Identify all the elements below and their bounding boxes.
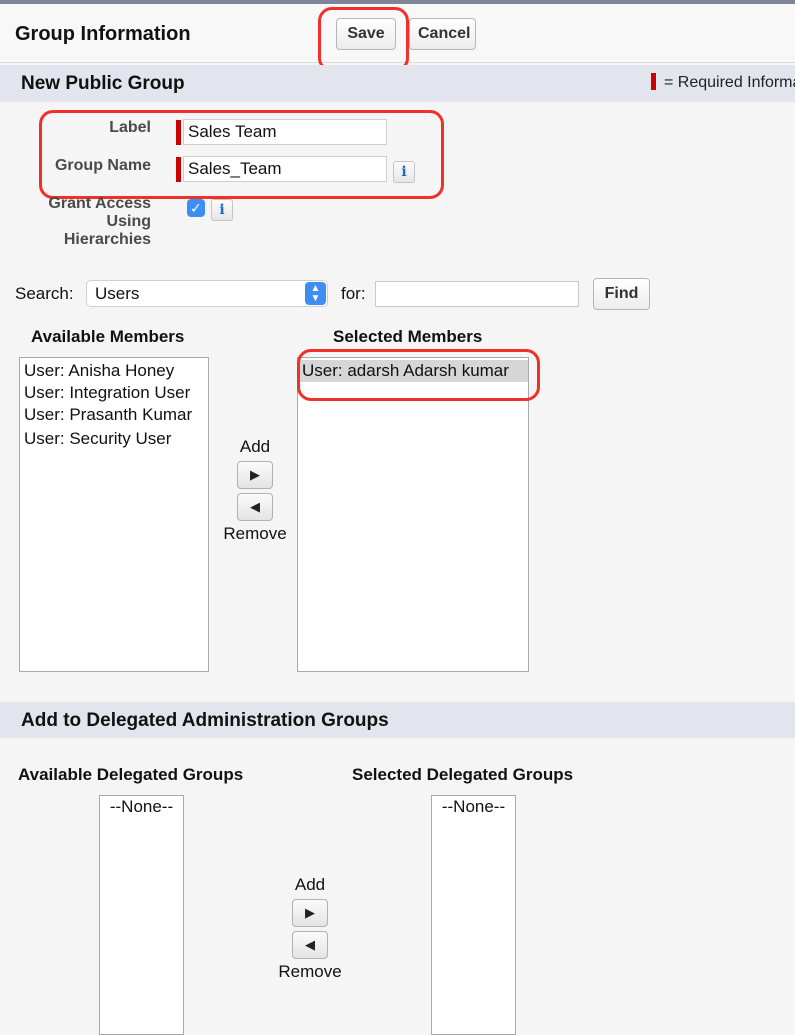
add-label: Add xyxy=(294,875,326,894)
add-button[interactable]: ▶ xyxy=(237,461,273,489)
cancel-button[interactable]: Cancel xyxy=(409,18,476,50)
group-name-field-label: Group Name xyxy=(54,157,151,174)
chevron-updown-icon: ▲ ▼ xyxy=(305,282,326,305)
list-item[interactable]: User: Anisha Honey xyxy=(20,360,208,382)
arrow-left-icon: ◀ xyxy=(305,937,315,952)
available-members-list[interactable]: User: Anisha Honey User: Integration Use… xyxy=(19,357,209,672)
list-item[interactable]: User: Integration User xyxy=(20,382,208,404)
remove-button[interactable]: ◀ xyxy=(237,493,273,521)
required-legend: = Required Information xyxy=(651,73,795,92)
group-name-input[interactable] xyxy=(183,156,387,182)
find-button[interactable]: Find xyxy=(593,278,650,310)
info-icon[interactable]: i xyxy=(393,161,415,183)
available-delegated-groups-list[interactable]: --None-- xyxy=(99,795,184,1035)
grant-access-label-line: Using xyxy=(106,213,151,230)
label-input[interactable] xyxy=(183,119,387,145)
remove-label: Remove xyxy=(223,524,287,543)
selected-members-header: Selected Members xyxy=(333,327,483,346)
required-marker-icon xyxy=(651,73,656,90)
grant-access-label: Grant Access Using Hierarchies xyxy=(48,195,151,249)
remove-button[interactable]: ◀ xyxy=(292,931,328,959)
search-for-input[interactable] xyxy=(375,281,579,307)
required-legend-text: = Required Information xyxy=(664,74,795,91)
page-title: Group Information xyxy=(15,23,191,45)
section-title: Add to Delegated Administration Groups xyxy=(21,710,389,731)
available-members-header: Available Members xyxy=(31,327,185,346)
available-delegated-groups-header: Available Delegated Groups xyxy=(18,765,244,784)
arrow-right-icon: ▶ xyxy=(305,905,315,920)
save-button[interactable]: Save xyxy=(336,18,396,50)
list-item[interactable]: User: Security User xyxy=(20,428,208,450)
section-bar-delegated-groups: Add to Delegated Administration Groups xyxy=(0,702,795,738)
list-item[interactable]: --None-- xyxy=(100,796,183,818)
info-icon[interactable]: i xyxy=(211,199,233,221)
list-item[interactable]: User: adarsh Adarsh kumar xyxy=(298,360,528,382)
required-indicator xyxy=(176,157,181,182)
search-type-select[interactable]: Users ▲ ▼ xyxy=(86,280,328,307)
grant-access-checkbox[interactable]: ✓ xyxy=(187,199,205,217)
grant-access-label-line: Grant Access xyxy=(48,195,151,212)
delegated-mover: Add ▶ ◀ Remove xyxy=(273,875,347,982)
selected-members-list[interactable]: User: adarsh Adarsh kumar xyxy=(297,357,529,672)
list-item[interactable]: User: Prasanth Kumar xyxy=(20,404,208,426)
search-label: Search: xyxy=(15,284,74,303)
label-field-label: Label xyxy=(109,119,151,136)
remove-label: Remove xyxy=(278,962,342,981)
list-item[interactable]: --None-- xyxy=(432,796,515,818)
arrow-right-icon: ▶ xyxy=(250,467,260,482)
add-button[interactable]: ▶ xyxy=(292,899,328,927)
grant-access-label-line: Hierarchies xyxy=(63,231,151,248)
search-type-value: Users xyxy=(95,284,140,303)
selected-delegated-groups-header: Selected Delegated Groups xyxy=(352,765,574,784)
add-label: Add xyxy=(239,437,271,456)
required-indicator xyxy=(176,120,181,145)
section-title: New Public Group xyxy=(21,73,185,94)
for-label: for: xyxy=(341,284,366,303)
members-mover: Add ▶ ◀ Remove xyxy=(219,437,291,544)
selected-delegated-groups-list[interactable]: --None-- xyxy=(431,795,516,1035)
page-header: Group Information Save Cancel xyxy=(0,4,795,63)
arrow-left-icon: ◀ xyxy=(250,499,260,514)
